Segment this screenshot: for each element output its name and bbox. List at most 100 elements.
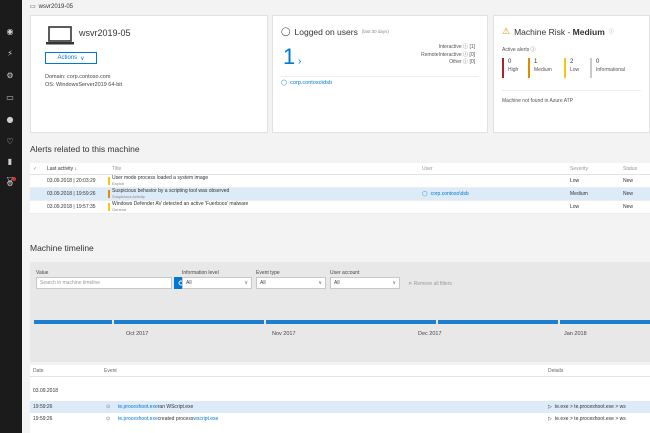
user-account-select[interactable]: All ∨ xyxy=(330,277,400,289)
severity-bar xyxy=(108,203,110,211)
timeline-bar-segment[interactable] xyxy=(560,320,650,324)
table-row[interactable]: 03.09.2018 | 19:57:35 Windows Defender A… xyxy=(30,201,650,214)
severity-info-count: 0 xyxy=(596,59,600,65)
col-title[interactable]: Title xyxy=(112,163,121,174)
users-title-text: Logged on users xyxy=(294,26,358,37)
severity-high[interactable]: 0 High xyxy=(502,58,518,78)
event-time: 19:59:26 xyxy=(33,416,53,422)
alert-date: 03.09.2018 | 19:57:35 xyxy=(47,204,96,210)
timeline-bar-segment[interactable] xyxy=(438,320,558,324)
settings-alert-icon[interactable]: ⚙ xyxy=(5,177,16,188)
col-event[interactable]: Event xyxy=(104,365,117,376)
timeline-search-input[interactable]: Search in machine timeline xyxy=(36,277,172,289)
alert-date: 03.09.2018 | 19:59:26 xyxy=(47,191,96,197)
domain-text: Domain: corp.contoso.com xyxy=(45,74,111,80)
laptop-icon: ▭ xyxy=(30,4,36,10)
users-stats: Interactive ⓘ [1] RemoteInteractive ⓘ [0… xyxy=(421,44,475,67)
chevron-down-icon: ∨ xyxy=(244,280,248,286)
col-last-activity[interactable]: Last activity ↓ xyxy=(47,163,77,174)
user-icon: ◯ xyxy=(422,191,428,197)
col-details[interactable]: Details xyxy=(548,365,563,376)
remove-filters-button[interactable]: ✕ Remove all filters xyxy=(408,281,452,287)
main-content: ▭ wsvr2019-05 wsvr2019-05 Actions ∨ Doma… xyxy=(22,0,650,433)
machine-name: wsvr2019-05 xyxy=(79,28,131,38)
breadcrumb-label[interactable]: wsvr2019-05 xyxy=(39,4,73,10)
events-table: Date Event Details 03.09.2018 19:59:26 ⊙… xyxy=(30,365,650,433)
event-details-text: te.exe > te.proceshoot.exe > ws xyxy=(554,404,626,410)
events-header: Date Event Details xyxy=(30,365,650,377)
value-label: Value xyxy=(36,270,49,276)
people-icon[interactable]: ● xyxy=(5,114,15,124)
table-row[interactable]: 19:59:26 ⊙ te.proceshoot.exe ran WScript… xyxy=(30,401,650,413)
alert-category: Suspicious Activity xyxy=(112,194,145,199)
timeline-bar-segment[interactable] xyxy=(34,320,112,324)
users-count[interactable]: 1 › xyxy=(283,44,301,70)
gear-icon[interactable]: ⚙ xyxy=(5,70,15,80)
alert-status: New xyxy=(623,204,634,210)
server-icon[interactable]: ▮ xyxy=(5,156,15,166)
alerts-table-header: ✓ Last activity ↓ Title User Severity St… xyxy=(30,163,650,175)
event-actor-link[interactable]: te.proceshoot.exe xyxy=(118,416,158,422)
process-icon: ⊙ xyxy=(106,416,111,422)
severity-medium-label: Medium xyxy=(534,67,552,73)
users-count-value: 1 xyxy=(283,44,296,69)
check-icon[interactable]: ✓ xyxy=(33,163,37,174)
severity-bar xyxy=(108,177,110,185)
timeline-tick: Nov 2017 xyxy=(272,331,296,337)
event-details-text: te.exe > te.proceshoot.exe > ws xyxy=(554,416,626,422)
heart-icon[interactable]: ♡ xyxy=(5,136,15,146)
col-date[interactable]: Date xyxy=(33,365,44,376)
machine-risk-card: ⚠ Machine Risk - Medium ⓘ Active alerts … xyxy=(493,15,650,133)
alert-category: Exploit xyxy=(112,181,125,186)
alert-title-cell: Suspicious behavior by a scripting tool … xyxy=(112,188,229,200)
event-time: 19:59:26 xyxy=(33,404,53,410)
process-icon: ⊙ xyxy=(106,404,111,410)
alert-severity: Low xyxy=(570,204,580,210)
shield-icon[interactable]: ◉ xyxy=(5,26,15,36)
laptop-icon[interactable]: ▭ xyxy=(5,92,15,102)
user-icon: ◯ xyxy=(281,26,291,36)
user-link-text: corp.contoso\dsb xyxy=(290,80,333,86)
machine-card: wsvr2019-05 Actions ∨ Domain: corp.conto… xyxy=(30,15,268,133)
actions-button[interactable]: Actions ∨ xyxy=(45,52,97,64)
chevron-right-icon: › xyxy=(295,56,302,67)
timeline-tick: Jan 2018 xyxy=(564,331,587,337)
timeline-bar-segment[interactable] xyxy=(266,320,436,324)
col-status[interactable]: Status xyxy=(623,163,637,174)
risk-title: ⚠ Machine Risk - Medium ⓘ xyxy=(502,26,614,37)
stat-interactive: Interactive ⓘ [1] xyxy=(438,44,475,50)
info-level-label: Information level xyxy=(182,270,219,276)
severity-info-label: Informational xyxy=(596,67,625,73)
timeline-tick: Oct 2017 xyxy=(126,331,149,337)
severity-informational[interactable]: 0 Informational xyxy=(590,58,625,78)
user-account-label: User account xyxy=(330,270,360,276)
alert-status: New xyxy=(623,191,634,197)
chevron-down-icon: ∨ xyxy=(392,280,396,286)
event-target-link[interactable]: wscript.exe xyxy=(193,416,218,422)
alert-title-cell: User mode process loaded a system image E… xyxy=(112,175,208,187)
event-actor-link[interactable]: te.proceshoot.exe xyxy=(118,404,158,410)
user-account-value: All xyxy=(334,280,340,286)
alert-severity: Medium xyxy=(570,191,588,197)
timeline-bar-segment[interactable] xyxy=(114,320,264,324)
col-user[interactable]: User xyxy=(422,163,433,174)
logged-on-users-card: ◯ Logged on users (last 30 days) 1 › Int… xyxy=(272,15,488,133)
timeline-filter-panel: Value Search in machine timeline Informa… xyxy=(30,262,650,362)
col-severity[interactable]: Severity xyxy=(570,163,588,174)
severity-low[interactable]: 2 Low xyxy=(564,58,579,78)
chevron-down-icon: ∨ xyxy=(318,280,322,286)
table-row[interactable]: 03.09.2018 | 19:59:26 Suspicious behavio… xyxy=(30,188,650,201)
user-link[interactable]: ◯ corp.contoso\dsb xyxy=(281,80,332,86)
users-subtitle: (last 30 days) xyxy=(361,29,389,34)
info-level-select[interactable]: All ∨ xyxy=(182,277,252,289)
event-description: te.proceshoot.exe created process wscrip… xyxy=(118,413,218,425)
alert-title-cell: Windows Defender AV detected an active '… xyxy=(112,201,248,213)
table-row[interactable]: 03.09.2018 | 20:03:29 User mode process … xyxy=(30,175,650,188)
severity-medium[interactable]: 1 Medium xyxy=(528,58,552,78)
table-row[interactable]: 19:59:26 ⊙ te.proceshoot.exe created pro… xyxy=(30,413,650,425)
alert-user-link[interactable]: ◯ corp.contoso\dsb xyxy=(422,188,469,200)
event-group-date: 03.09.2018 xyxy=(33,388,59,394)
event-type-select[interactable]: All ∨ xyxy=(256,277,326,289)
lightning-icon[interactable]: ⚡ xyxy=(5,48,15,58)
event-description: te.proceshoot.exe ran WScript.exe xyxy=(118,401,193,413)
